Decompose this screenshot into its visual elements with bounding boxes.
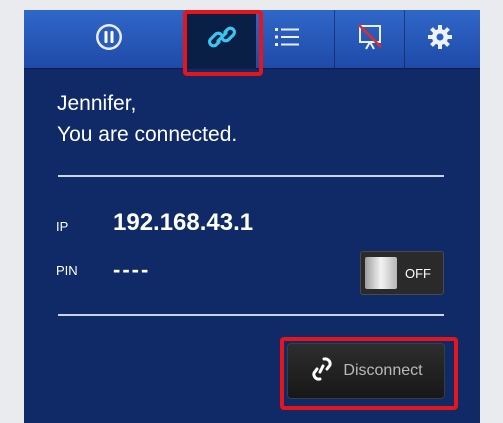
pin-toggle-switch[interactable]: OFF [360, 251, 444, 295]
divider-top [58, 175, 444, 177]
gear-icon [425, 22, 455, 57]
connection-status-text: You are connected. [57, 123, 238, 146]
ip-address-value: 192.168.43.1 [113, 209, 254, 236]
broken-link-icon [309, 354, 335, 389]
pin-value: ---- [113, 257, 151, 282]
disconnect-label: Disconnect [343, 362, 423, 379]
ip-label: IP [56, 219, 69, 234]
presentation-off-icon [354, 22, 386, 57]
tab-bar [24, 10, 480, 69]
tab-pause[interactable] [74, 10, 144, 68]
pin-label: PIN [56, 263, 78, 278]
divider-bottom [58, 314, 444, 316]
toggle-state-label: OFF [405, 265, 431, 281]
greeting-name: Jennifer, [57, 92, 137, 115]
tab-presentation-off[interactable] [334, 10, 404, 68]
list-icon [272, 25, 302, 54]
link-icon [207, 22, 237, 57]
connection-greeting: Jennifer, You are connected. [57, 88, 237, 150]
app-screen: Jennifer, You are connected. IP 192.168.… [24, 10, 480, 423]
tab-link[interactable] [186, 10, 256, 68]
tab-settings[interactable] [404, 10, 474, 68]
disconnect-button[interactable]: Disconnect [287, 343, 445, 399]
toggle-knob[interactable] [365, 257, 397, 289]
pause-icon [94, 22, 124, 57]
tab-list[interactable] [251, 10, 321, 68]
